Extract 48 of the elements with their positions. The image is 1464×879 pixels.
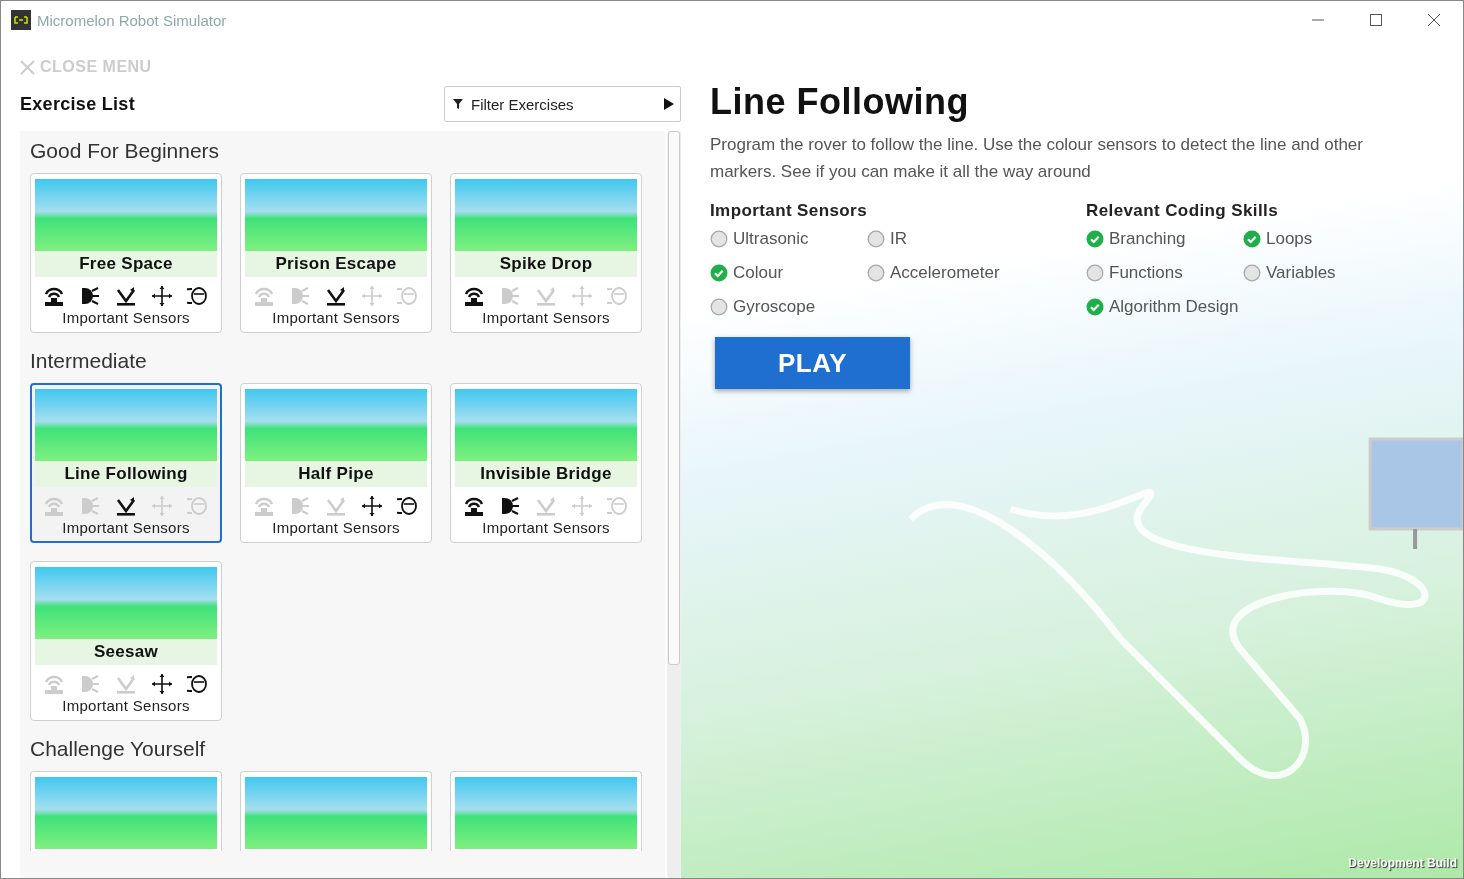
play-button[interactable]: PLAY xyxy=(715,337,910,389)
exercise-card[interactable]: Line Following Important Sensors xyxy=(30,383,222,543)
exercise-card[interactable]: Prison Escape Important Sensors xyxy=(240,173,432,333)
scrollbar[interactable] xyxy=(667,131,681,878)
option-label: Colour xyxy=(733,263,784,283)
option-label: Gyroscope xyxy=(733,297,816,317)
exercise-title: Invisible Bridge xyxy=(455,461,637,487)
exercise-title: Line Following xyxy=(710,81,970,123)
sensors-caption: Important Sensors xyxy=(62,519,190,536)
exercise-title: Half Pipe xyxy=(245,461,427,487)
exercise-card[interactable]: Half Pipe Important Sensors xyxy=(240,383,432,543)
skills-heading: Relevant Coding Skills xyxy=(1086,201,1280,221)
exercise-description: Program the rover to follow the line. Use the colour sensors to detect the line and other markers. See if you can make it all the way around xyxy=(710,134,1364,183)
sensors-caption: Important Sensors xyxy=(62,309,190,326)
exercise-title: Free Space xyxy=(35,251,217,277)
option-label: Algorithm Design xyxy=(1109,297,1239,317)
option-label: IR xyxy=(890,229,907,249)
section-heading: Intermediate xyxy=(30,349,148,373)
option-label: Loops xyxy=(1266,229,1313,249)
window-title: Micromelon Robot Simulator xyxy=(37,11,227,29)
exercise-card[interactable]: Seesaw Important Sensors xyxy=(30,561,222,721)
option-label: Functions xyxy=(1109,263,1183,283)
exercise-card[interactable]: Invisible Bridge Important Sensors xyxy=(450,383,642,543)
sensors-caption: Important Sensors xyxy=(272,519,400,536)
exercise-card[interactable]: Free Space Important Sensors xyxy=(30,173,222,333)
funnel-icon xyxy=(453,99,463,109)
section-heading: Challenge Yourself xyxy=(30,737,207,761)
option-label: Accelerometer xyxy=(890,263,1000,283)
section-heading: Good For Beginners xyxy=(30,139,221,163)
exercise-card[interactable]: Spike Drop Important Sensors xyxy=(450,173,642,333)
build-label: Development Build xyxy=(1348,856,1457,870)
app-logo-icon xyxy=(11,10,31,30)
option-label: Ultrasonic xyxy=(733,229,809,249)
close-icon xyxy=(20,59,35,75)
exercise-title: Seesaw xyxy=(35,639,217,665)
exercise-title: Spike Drop xyxy=(455,251,637,277)
exercise-title: Prison Escape xyxy=(245,251,427,277)
caret-icon xyxy=(664,98,674,110)
sensors-caption: Important Sensors xyxy=(272,309,400,326)
exercise-title: Line Following xyxy=(35,461,217,487)
sensors-caption: Important Sensors xyxy=(482,519,610,536)
exercise-list-heading: Exercise List xyxy=(20,93,135,115)
sensors-caption: Important Sensors xyxy=(482,309,610,326)
option-label: Branching xyxy=(1109,229,1186,249)
option-label: Variables xyxy=(1266,263,1336,283)
sensors-caption: Important Sensors xyxy=(62,697,190,714)
sensors-heading: Important Sensors xyxy=(710,201,868,221)
filter-dropdown[interactable]: Filter Exercises xyxy=(444,86,681,122)
